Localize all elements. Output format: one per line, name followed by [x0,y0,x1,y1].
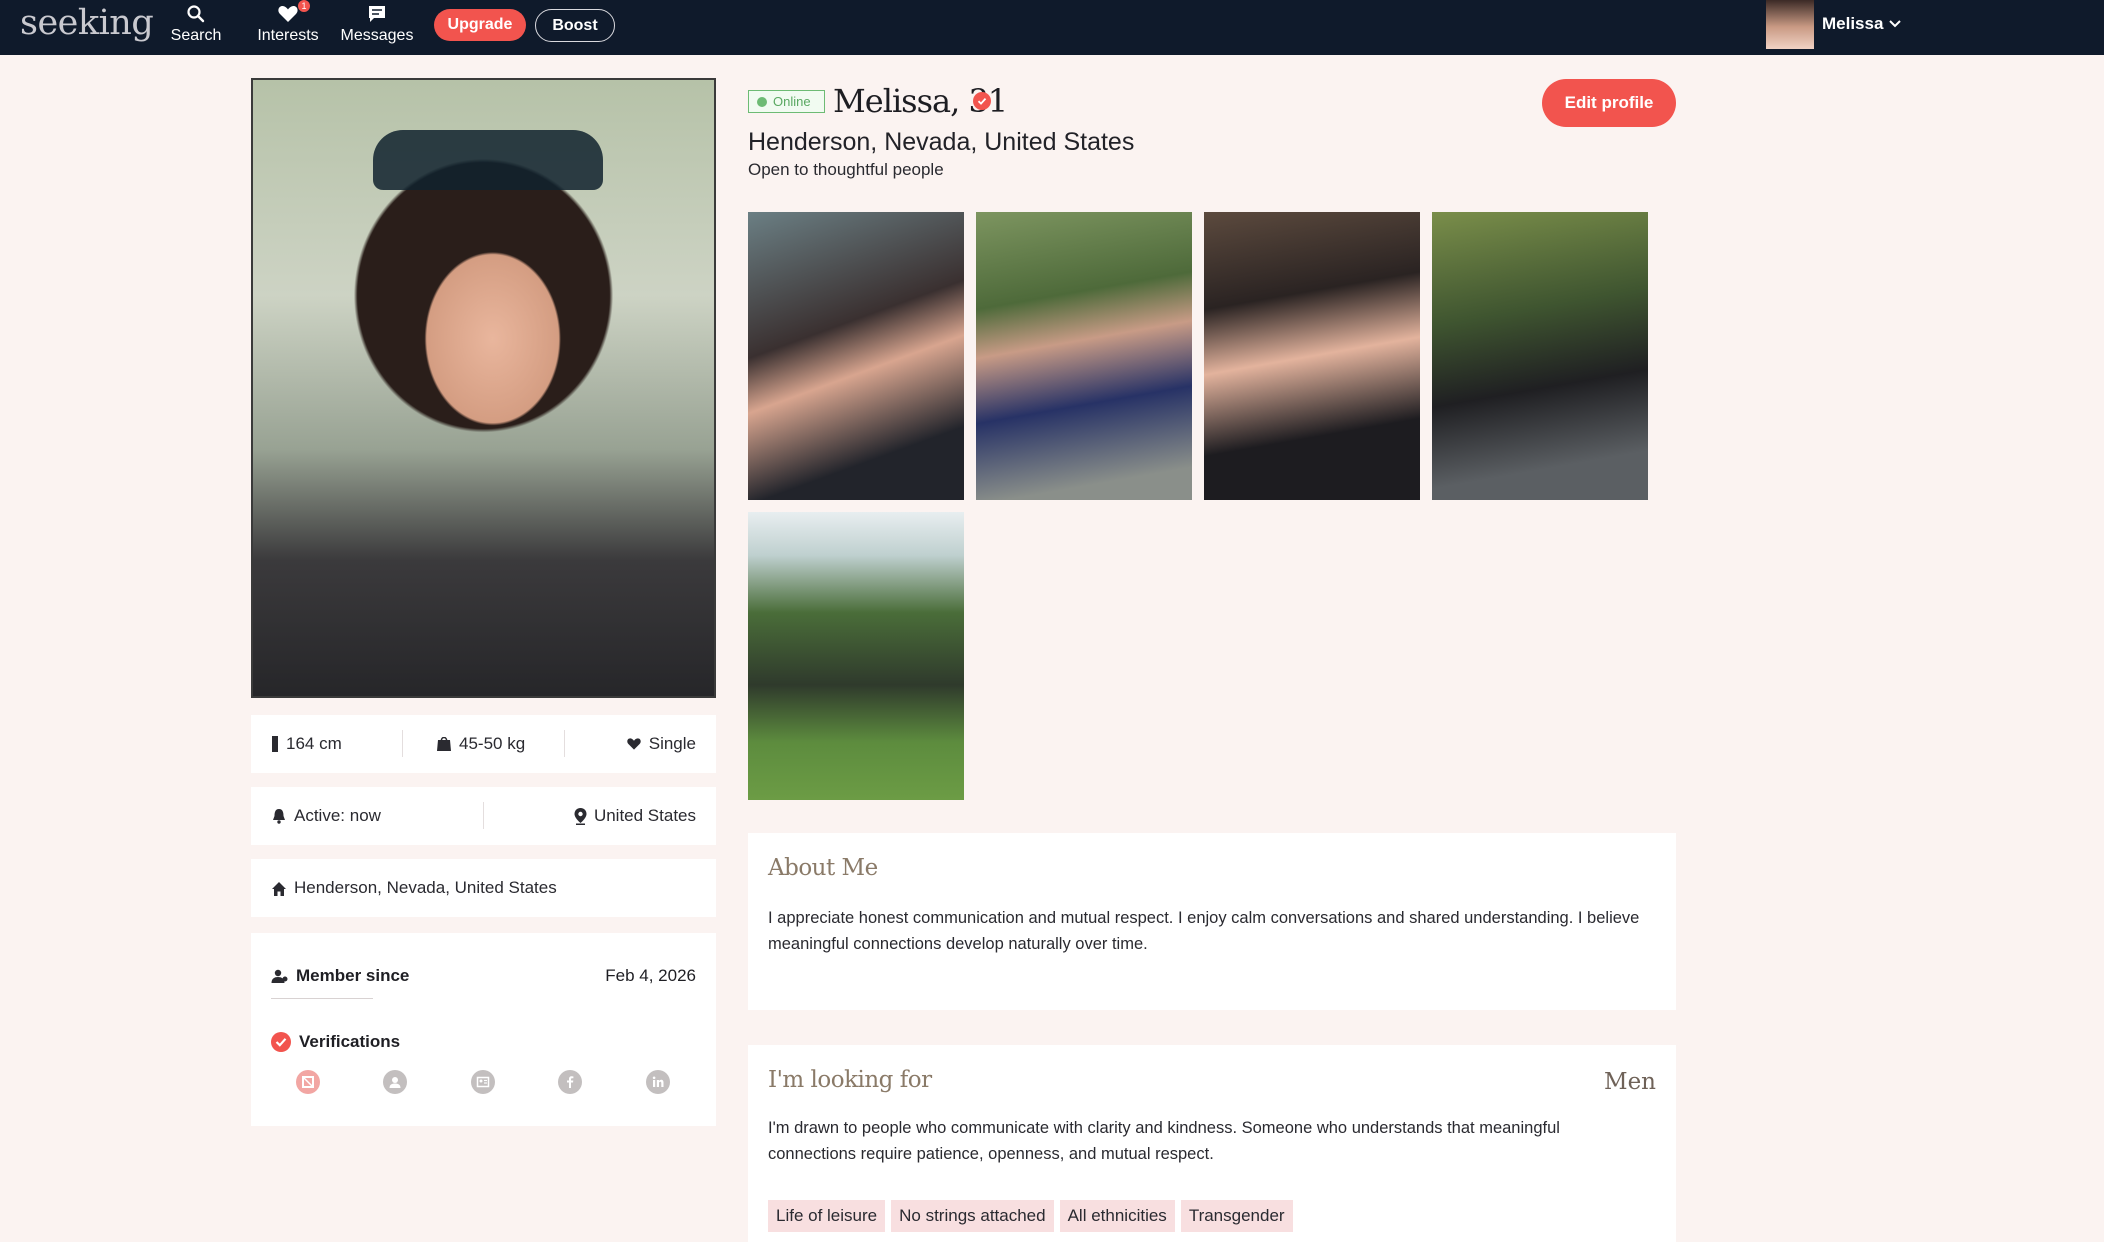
about-me-title: About Me [768,855,878,881]
stats-card-activity: Active: now United States [251,787,716,845]
nav-messages[interactable]: Messages [336,4,418,50]
hometown-stat: Henderson, Nevada, United States [271,878,557,898]
gallery-photo[interactable] [1432,212,1648,500]
relationship-stat: Single [626,734,696,754]
ruler-icon [272,736,278,752]
preference-tag[interactable]: Transgender [1180,1200,1293,1232]
weight-stat: 45-50 kg [436,734,525,754]
verified-badge-icon [973,92,991,110]
profile-location: Henderson, Nevada, United States [748,128,1135,156]
height-stat: 164 cm [271,734,342,754]
user-name: Melissa [1822,14,1884,33]
upgrade-button[interactable]: Upgrade [434,9,526,41]
edit-profile-button[interactable]: Edit profile [1542,79,1676,127]
profile-verification-icon[interactable] [383,1070,407,1094]
member-since-date: Feb 4, 2026 [605,966,696,985]
stats-card-hometown: Henderson, Nevada, United States [251,859,716,917]
linkedin-verification-icon[interactable] [646,1070,670,1094]
photo-verification-icon[interactable] [296,1070,320,1094]
weight-icon [437,737,451,751]
member-since-text: Member since [296,966,410,985]
gallery-photo[interactable] [748,212,964,500]
online-status-badge: Online [748,90,825,113]
user-icon [271,969,288,983]
gallery-photo[interactable] [748,512,964,800]
divider [271,998,373,999]
verifications-label: Verifications [271,1032,400,1052]
nav-search[interactable]: Search [166,4,226,50]
gallery-photo[interactable] [1204,212,1420,500]
verification-icons [296,1070,676,1096]
user-menu[interactable]: Melissa [1766,0,1906,50]
boost-button[interactable]: Boost [535,9,615,42]
heart-icon [627,738,641,750]
preference-tag[interactable]: No strings attached [891,1200,1054,1232]
heart-icon [278,6,298,22]
top-navigation: seeking Search 1 Interests Messages Upgr… [0,0,2104,55]
preference-tag[interactable]: Life of leisure [768,1200,886,1232]
active-stat: Active: now [271,806,381,826]
membership-card: Member since Feb 4, 2026 Verifications [251,933,716,1126]
verifications-text: Verifications [299,1032,401,1051]
check-badge-icon [271,1032,291,1052]
online-dot [757,96,767,107]
about-me-text: I appreciate honest communication and mu… [768,909,1640,953]
active-value: Active: now [294,806,381,825]
looking-for-text: I'm drawn to people who communicate with… [768,1119,1560,1163]
gallery-photo[interactable] [976,212,1192,500]
about-me-section: About Me I appreciate honest communicati… [748,833,1676,1010]
country-stat: United States [574,806,696,826]
relationship-value: Single [648,734,696,753]
facebook-verification-icon[interactable] [558,1070,582,1094]
hometown-value: Henderson, Nevada, United States [294,878,557,897]
stats-card-physical: 164 cm 45-50 kg Single [251,715,716,773]
main-profile-photo[interactable] [251,78,716,698]
photo-detail [373,130,603,190]
preference-tag[interactable]: All ethnicities [1059,1200,1175,1232]
looking-for-title: I'm looking for [768,1067,932,1093]
looking-for-gender: Men [1604,1069,1656,1095]
divider [564,730,565,757]
weight-value: 45-50 kg [459,734,526,753]
height-value: 164 cm [286,734,342,753]
nav-interests-label: Interests [257,27,319,44]
preference-tags: Life of leisure No strings attached All … [768,1200,1293,1232]
bell-icon [273,809,285,824]
search-icon [187,5,205,23]
nav-messages-label: Messages [340,27,414,44]
divider [483,802,484,829]
id-verification-icon[interactable] [471,1070,495,1094]
location-pin-icon [574,807,587,825]
message-icon [369,6,385,22]
country-value: United States [593,806,696,825]
looking-for-section: I'm looking for Men I'm drawn to people … [748,1045,1676,1242]
home-icon [272,881,286,896]
divider [402,730,403,757]
online-status-text: Online [773,94,811,109]
chevron-down-icon [1889,20,1901,28]
seeking-logo[interactable]: seeking [20,3,154,43]
nav-search-label: Search [170,27,222,44]
nav-interests[interactable]: 1 Interests [250,0,326,50]
avatar [1766,0,1814,49]
member-since-label: Member since [271,966,409,986]
interests-badge: 1 [298,0,310,12]
profile-tagline: Open to thoughtful people [748,160,944,179]
